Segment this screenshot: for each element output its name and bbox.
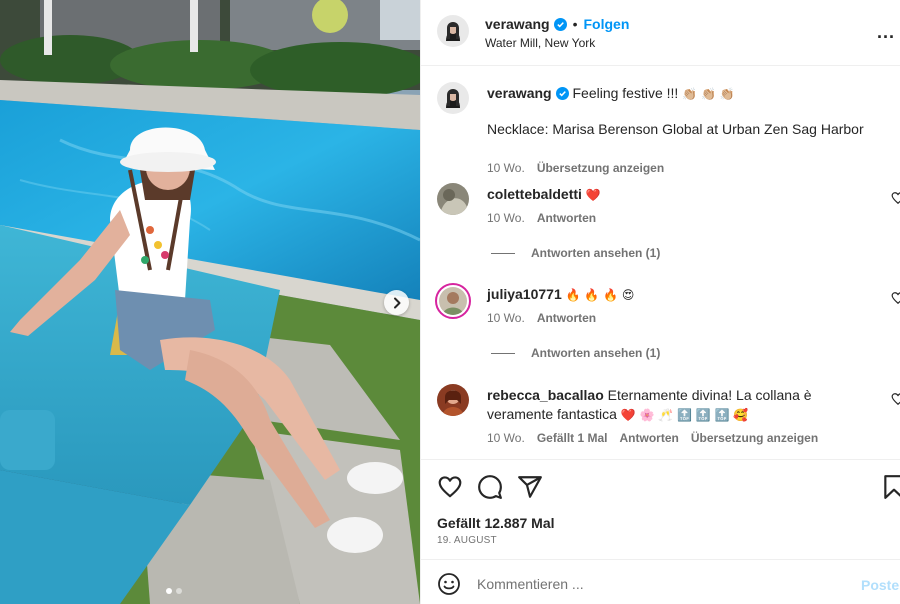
translate-link[interactable]: Übersetzung anzeigen — [691, 431, 818, 445]
carousel-next-button[interactable] — [384, 290, 409, 315]
comment-likes-count[interactable]: Gefällt 1 Mal — [537, 431, 608, 445]
comment-like-icon[interactable] — [891, 392, 900, 406]
add-comment-bar: Posten — [421, 559, 900, 604]
comment-meta: 10 Wo. Antworten — [487, 311, 596, 325]
caption-translate-link[interactable]: Übersetzung anzeigen — [537, 161, 664, 175]
commenter-username[interactable]: rebecca_bacallao — [487, 387, 604, 403]
carousel-dot-active — [166, 588, 172, 594]
view-replies-label: Antworten ansehen (1) — [531, 346, 661, 360]
header-separator: • — [572, 16, 578, 32]
bookmark-icon[interactable] — [881, 474, 900, 500]
caption-meta: 10 Wo. Übersetzung anzeigen — [487, 161, 664, 175]
comment-time[interactable]: 10 Wo. — [487, 311, 525, 325]
view-replies-button[interactable]: Antworten ansehen (1) — [491, 246, 660, 260]
commenter-avatar-story-ring[interactable] — [435, 283, 471, 319]
comment-meta: 10 Wo. Antworten — [487, 211, 596, 225]
author-avatar[interactable] — [437, 15, 469, 47]
comment-text-block: colettebaldetti ❤️ — [487, 185, 881, 205]
view-replies-label: Antworten ansehen (1) — [531, 246, 661, 260]
comment-meta: 10 Wo. Gefällt 1 Mal Antworten Übersetzu… — [487, 431, 818, 445]
caption-avatar[interactable] — [437, 82, 469, 114]
post-header: verawang • Folgen Water Mill, New York ... — [421, 0, 900, 66]
verified-badge-icon — [555, 87, 569, 100]
comment-text-block: rebecca_bacallao Eternamente divina! La … — [487, 386, 881, 425]
comment-icon[interactable] — [477, 474, 503, 500]
view-replies-button[interactable]: Antworten ansehen (1) — [491, 346, 660, 360]
header-author-line: verawang • Folgen — [485, 15, 629, 34]
verified-badge-icon — [553, 18, 567, 31]
post-actions: Gefällt 12.887 Mal 19. AUGUST — [421, 459, 900, 559]
replies-divider — [491, 352, 515, 354]
comment-time[interactable]: 10 Wo. — [487, 431, 525, 445]
caption-username[interactable]: verawang — [487, 85, 552, 101]
smiley-icon[interactable] — [437, 572, 461, 596]
reply-button[interactable]: Antworten — [537, 311, 596, 325]
photo-scene — [0, 0, 420, 604]
more-options-button[interactable]: ... — [877, 23, 895, 41]
carousel-dots — [166, 588, 182, 594]
heart-icon[interactable] — [437, 474, 463, 500]
post-location[interactable]: Water Mill, New York — [485, 36, 595, 50]
post-comment-button[interactable]: Posten — [861, 577, 900, 593]
comment-time[interactable]: 10 Wo. — [487, 211, 525, 225]
reply-button[interactable]: Antworten — [537, 211, 596, 225]
comment-emojis: ❤️ 🌸 🥂 🔝 🔝 🔝 🥰 — [620, 408, 749, 422]
commenter-username[interactable]: juliya10771 — [487, 286, 562, 302]
commenter-avatar[interactable] — [437, 183, 469, 215]
reply-button[interactable]: Antworten — [620, 431, 679, 445]
comment-like-icon[interactable] — [891, 191, 900, 205]
caption-text: Feeling festive !!! — [572, 85, 683, 101]
commenter-avatar[interactable] — [437, 384, 469, 416]
likes-count[interactable]: Gefällt 12.887 Mal — [437, 515, 555, 531]
caption-time[interactable]: 10 Wo. — [487, 161, 525, 175]
comments-section[interactable]: verawang Feeling festive !!! 👏🏼 👏🏼 👏🏼 Ne… — [421, 67, 900, 459]
replies-divider — [491, 252, 515, 254]
comment-text-block: juliya10771 🔥 🔥 🔥 😍 — [487, 285, 881, 305]
follow-button[interactable]: Folgen — [584, 16, 630, 32]
post-date[interactable]: 19. AUGUST — [437, 535, 497, 546]
comment-like-icon[interactable] — [891, 291, 900, 305]
caption-text-block: verawang Feeling festive !!! 👏🏼 👏🏼 👏🏼 — [487, 84, 881, 104]
comment-input[interactable] — [477, 573, 837, 595]
share-icon[interactable] — [517, 474, 543, 500]
caption-line2: Necklace: Marisa Berenson Global at Urba… — [487, 121, 864, 137]
caption-emojis: 👏🏼 👏🏼 👏🏼 — [682, 87, 735, 101]
post-photo[interactable] — [0, 0, 420, 604]
carousel-dot — [176, 588, 182, 594]
post-panel: verawang • Folgen Water Mill, New York ...… — [420, 0, 900, 604]
commenter-username[interactable]: colettebaldetti — [487, 186, 582, 202]
comment-emojis: 🔥 🔥 🔥 😍 — [565, 288, 635, 302]
chevron-right-icon — [393, 297, 400, 308]
comment-emojis: ❤️ — [585, 188, 601, 202]
author-username[interactable]: verawang — [485, 16, 550, 32]
